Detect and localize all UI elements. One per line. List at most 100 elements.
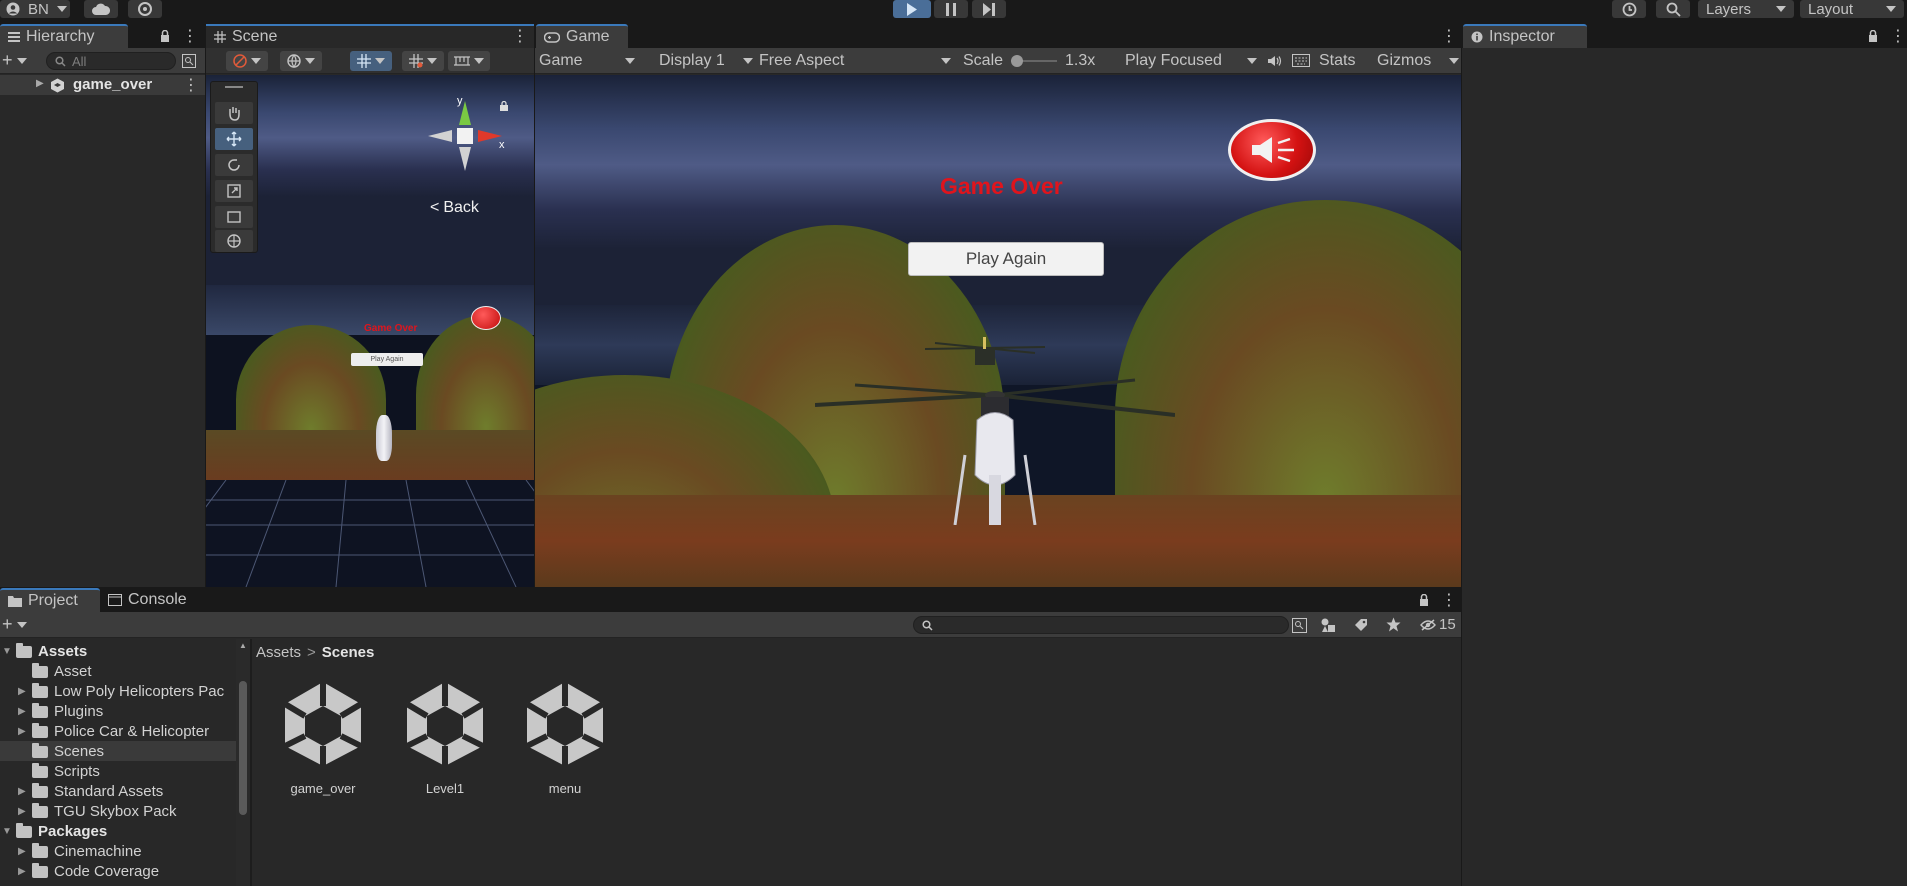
expand-arrow-icon[interactable]: ▶ — [18, 846, 28, 857]
scroll-up-icon[interactable]: ▲ — [239, 641, 247, 650]
expand-down-icon[interactable]: ▼ — [2, 826, 12, 837]
display-dropdown[interactable]: Display 1 — [659, 50, 753, 72]
hidden-packages-toggle[interactable]: 15 — [1420, 616, 1456, 633]
play-again-button[interactable]: Play Again — [908, 242, 1104, 276]
expand-arrow-icon[interactable]: ▶ — [18, 786, 28, 797]
snap-settings-dropdown[interactable] — [448, 51, 490, 71]
search-button[interactable] — [1656, 0, 1690, 18]
mute-audio-icon[interactable] — [1267, 55, 1283, 67]
expand-arrow-icon[interactable]: ▶ — [18, 866, 28, 877]
tree-item[interactable]: Scripts — [0, 761, 236, 781]
tree-item[interactable]: Scenes — [0, 741, 236, 761]
tree-item[interactable]: ▶ Standard Assets — [0, 781, 236, 801]
tree-item[interactable]: ▶ Code Coverage — [0, 861, 236, 881]
eye-slash-icon — [1420, 618, 1436, 631]
lock-icon[interactable] — [160, 30, 170, 42]
grid-visibility-dropdown[interactable] — [402, 51, 444, 71]
layout-dropdown[interactable]: Layout — [1800, 0, 1904, 18]
tree-root[interactable]: ▼ Assets — [0, 641, 236, 661]
draw-mode-dropdown[interactable] — [226, 51, 268, 71]
tree-scrollbar[interactable]: ▲ — [236, 639, 250, 886]
play-button[interactable] — [893, 0, 931, 18]
tree-item[interactable]: Asset — [0, 661, 236, 681]
rotate-tool-button[interactable] — [215, 154, 253, 176]
hierarchy-row-game-over[interactable]: ▶ game_over ⋮ — [0, 75, 205, 95]
tree-root[interactable]: ▼ Packages — [0, 821, 236, 841]
gizmo-toggle-dropdown[interactable] — [350, 51, 392, 71]
search-scope-icon[interactable] — [1292, 618, 1307, 633]
expand-arrow-icon[interactable]: ▶ — [18, 806, 28, 817]
move-tool-button[interactable] — [215, 128, 253, 150]
orientation-gizmo[interactable] — [424, 95, 506, 177]
aspect-label: Free Aspect — [759, 52, 845, 69]
more-options-icon[interactable]: ⋮ — [1441, 590, 1457, 610]
expand-arrow-icon[interactable]: ▶ — [36, 78, 44, 89]
cloud-button[interactable] — [84, 0, 118, 18]
expand-arrow-icon[interactable]: ▶ — [18, 706, 28, 717]
tree-item[interactable]: ▶ Police Car & Helicopter — [0, 721, 236, 741]
game-viewport[interactable]: Game Over Play Again — [535, 75, 1461, 587]
layers-dropdown[interactable]: Layers — [1698, 0, 1794, 18]
asset-item[interactable]: Level1 — [395, 680, 495, 796]
tree-item[interactable]: ▶ Cinemachine — [0, 841, 236, 861]
filter-type-icon[interactable] — [1320, 617, 1336, 633]
tree-item[interactable]: ▶ Low Poly Helicopters Pac — [0, 681, 236, 701]
lock-icon[interactable] — [500, 101, 508, 111]
breadcrumb-scenes[interactable]: Scenes — [322, 644, 375, 661]
tree-scrollbar-thumb[interactable] — [239, 681, 247, 815]
asset-item[interactable]: game_over — [273, 680, 373, 796]
hand-tool-button[interactable] — [215, 102, 253, 124]
more-options-icon[interactable]: ⋮ — [1890, 26, 1906, 46]
asset-item[interactable]: menu — [515, 680, 615, 796]
view-options-dropdown[interactable] — [280, 51, 322, 71]
step-button[interactable] — [972, 0, 1006, 18]
scale-slider[interactable] — [1011, 55, 1058, 67]
aspect-dropdown[interactable]: Free Aspect — [759, 50, 951, 72]
game-tabbar: Game ⋮ — [535, 24, 1461, 48]
gamepad-icon — [544, 31, 560, 43]
scene-grid-floor — [206, 480, 534, 587]
tree-item[interactable]: ▶ TGU Skybox Pack — [0, 801, 236, 821]
tab-game[interactable]: Game — [536, 24, 628, 48]
tab-scene[interactable]: Scene — [206, 24, 534, 48]
speaker-button[interactable] — [1228, 119, 1316, 181]
tab-project[interactable]: Project — [0, 588, 100, 612]
collab-button[interactable] — [128, 0, 162, 18]
drag-handle-icon[interactable] — [225, 86, 243, 88]
account-dropdown[interactable]: BN — [0, 0, 70, 18]
more-options-icon[interactable]: ⋮ — [182, 26, 198, 46]
expand-arrow-icon[interactable]: ▶ — [18, 686, 28, 697]
tree-item[interactable]: ▶ Plugins — [0, 701, 236, 721]
lock-icon[interactable] — [1419, 594, 1429, 606]
breadcrumb-assets[interactable]: Assets — [256, 644, 301, 661]
rect-tool-button[interactable] — [215, 206, 253, 228]
scene-search-icon[interactable] — [182, 54, 196, 68]
label-tag-icon[interactable] — [1354, 618, 1368, 632]
tab-console[interactable]: Console — [100, 588, 200, 612]
game-view-dropdown[interactable]: Game — [539, 50, 641, 72]
play-focus-dropdown[interactable]: Play Focused — [1125, 50, 1257, 72]
favorite-star-icon[interactable] — [1386, 617, 1401, 632]
expand-arrow-icon[interactable]: ▶ — [18, 726, 28, 737]
scale-tool-button[interactable] — [215, 180, 253, 202]
more-options-icon[interactable]: ⋮ — [1441, 26, 1457, 46]
more-options-icon[interactable]: ⋮ — [512, 26, 528, 46]
hierarchy-search-input[interactable]: All — [46, 52, 176, 70]
stats-button[interactable]: Stats — [1319, 50, 1355, 72]
gizmos-dropdown[interactable]: Gizmos — [1377, 50, 1459, 72]
tab-hierarchy[interactable]: Hierarchy — [0, 24, 128, 48]
history-button[interactable] — [1612, 0, 1646, 18]
pause-button[interactable] — [934, 0, 968, 18]
scene-viewport[interactable]: Game Over Play Again y x < Back — [206, 75, 534, 587]
transform-tool-button[interactable] — [215, 230, 253, 252]
more-options-icon[interactable]: ⋮ — [183, 75, 199, 95]
create-button[interactable]: + — [2, 50, 27, 71]
perspective-label[interactable]: < Back — [430, 199, 479, 217]
project-search-input[interactable] — [913, 616, 1289, 634]
lock-icon[interactable] — [1868, 30, 1878, 42]
expand-down-icon[interactable]: ▼ — [2, 646, 12, 657]
create-asset-button[interactable]: + — [2, 614, 27, 635]
tab-inspector[interactable]: Inspector — [1463, 24, 1587, 48]
keyboard-icon[interactable] — [1292, 54, 1310, 67]
rotate-icon — [228, 159, 240, 171]
